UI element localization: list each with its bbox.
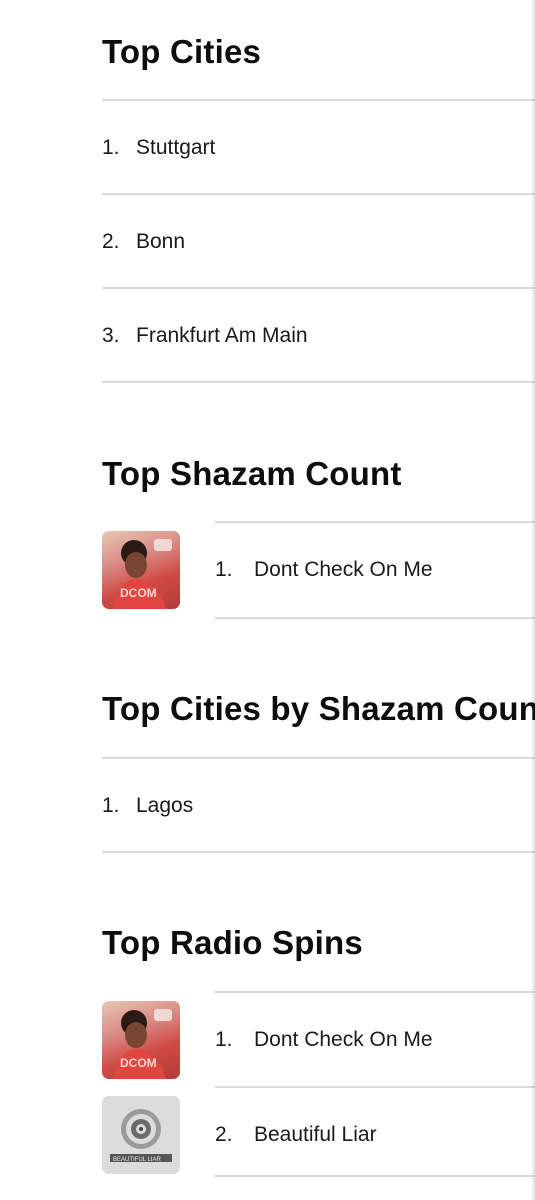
city-name: Lagos [136, 794, 194, 817]
divider [215, 1175, 535, 1177]
city-name: Frankfurt Am Main [136, 324, 308, 347]
scroll-edge [531, 0, 535, 1200]
rank-label: 1. [102, 136, 120, 159]
rank-label: 1. [102, 794, 120, 817]
divider [215, 617, 535, 619]
city-row-2[interactable]: 2. Bonn [102, 195, 535, 289]
city-name: Bonn [136, 230, 186, 253]
city-row-3[interactable]: 3. Frankfurt Am Main [102, 289, 535, 383]
rank-label: 2. [215, 1123, 233, 1146]
song-title: Beautiful Liar [254, 1123, 377, 1146]
section-title-top-radio-spins: Top Radio Spins [102, 924, 363, 961]
song-row-2[interactable]: BEAUTIFUL LIAR 2. Beautiful Liar [102, 1088, 535, 1182]
section-title-top-shazam-count: Top Shazam Count [102, 455, 402, 492]
svg-text:DCOM: DCOM [120, 1056, 157, 1070]
page: Top Cities 1. Stuttgart 2. Bonn 3. Frank… [0, 0, 535, 1200]
album-art-beautiful-liar-icon: BEAUTIFUL LIAR [102, 1096, 180, 1174]
city-row-lagos[interactable]: 1. Lagos [102, 759, 535, 853]
rank-label: 1. [215, 1028, 233, 1051]
song-title: Dont Check On Me [254, 1028, 433, 1051]
rank-label: 1. [215, 558, 233, 581]
rank-label: 2. [102, 230, 120, 253]
divider [102, 381, 535, 383]
rank-label: 3. [102, 324, 120, 347]
song-title: Dont Check On Me [254, 558, 433, 581]
album-art-dcom-icon: DCOM [102, 531, 180, 609]
section-title-top-cities: Top Cities [102, 33, 262, 70]
song-row-1[interactable]: DCOM 1. Dont Check On Me [102, 993, 535, 1087]
svg-text:BEAUTIFUL LIAR: BEAUTIFUL LIAR [113, 1157, 161, 1163]
song-row-1[interactable]: DCOM 1. Dont Check On Me [102, 523, 535, 617]
city-row-1[interactable]: 1. Stuttgart [102, 101, 535, 195]
divider [102, 851, 535, 853]
svg-text:DCOM: DCOM [120, 586, 157, 600]
section-title-top-cities-by-shazam: Top Cities by Shazam Count [102, 690, 535, 727]
city-name: Stuttgart [136, 136, 216, 159]
album-art-dcom-icon: DCOM [102, 1001, 180, 1079]
